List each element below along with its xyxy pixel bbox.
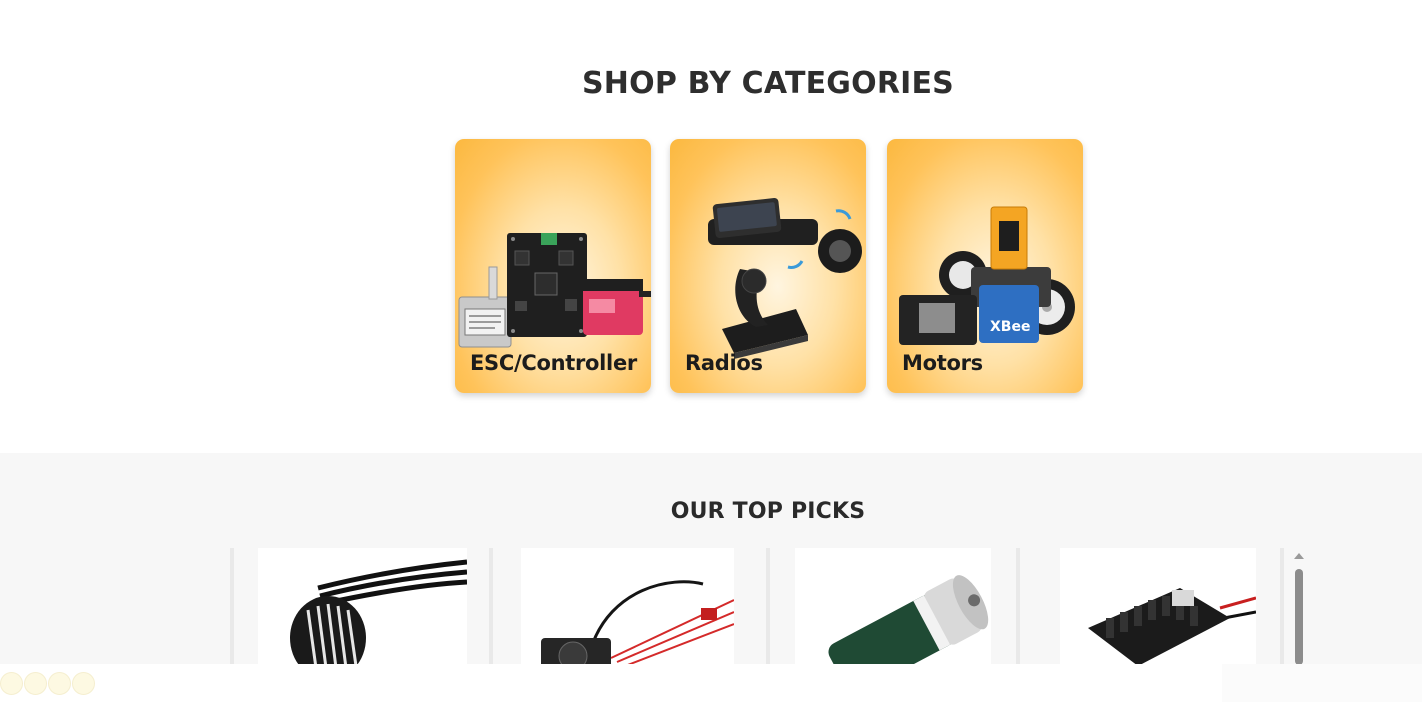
esc-with-fan-image <box>541 580 734 668</box>
pick-divider <box>1016 548 1020 668</box>
smiley-icon <box>0 672 23 695</box>
categories-section: SHOP BY CATEGORIES ESC/Controller Radios… <box>0 0 1422 453</box>
scroll-up-arrow-icon[interactable] <box>1294 553 1304 559</box>
category-label: Radios <box>685 351 763 375</box>
heatsink-esc-image <box>1088 588 1256 666</box>
svg-text:XBee: XBee <box>990 319 1030 335</box>
page: SHOP BY CATEGORIES ESC/Controller Radios… <box>0 0 1422 702</box>
smiley-icon <box>24 672 47 695</box>
top-pick-item-2[interactable] <box>521 548 734 668</box>
pick-divider <box>230 548 234 668</box>
dc-motor-image <box>828 575 989 668</box>
top-picks-title: OUR TOP PICKS <box>670 499 866 524</box>
carousel-scrollbar[interactable] <box>1292 553 1306 665</box>
top-pick-item-1[interactable] <box>258 548 467 668</box>
category-card-motors[interactable]: XBee Motors <box>887 139 1083 393</box>
categories-title: SHOP BY CATEGORIES <box>582 66 954 101</box>
category-card-radios[interactable]: Radios <box>670 139 866 393</box>
brushless-motor-image <box>290 559 467 668</box>
smiley-icon <box>72 672 95 695</box>
faded-emoji-row <box>0 672 95 696</box>
category-label: ESC/Controller <box>470 351 637 375</box>
bottom-right-faint-panel <box>1222 664 1422 702</box>
bottom-overlay-strip <box>0 664 1422 702</box>
category-label: Motors <box>902 351 983 375</box>
smiley-icon <box>48 672 71 695</box>
pick-divider <box>1280 548 1284 668</box>
pick-divider <box>489 548 493 668</box>
top-pick-item-4[interactable] <box>1060 548 1256 668</box>
category-card-esc-controller[interactable]: ESC/Controller <box>455 139 651 393</box>
scroll-thumb[interactable] <box>1295 569 1303 665</box>
pick-divider <box>766 548 770 668</box>
top-pick-item-3[interactable] <box>795 548 991 668</box>
